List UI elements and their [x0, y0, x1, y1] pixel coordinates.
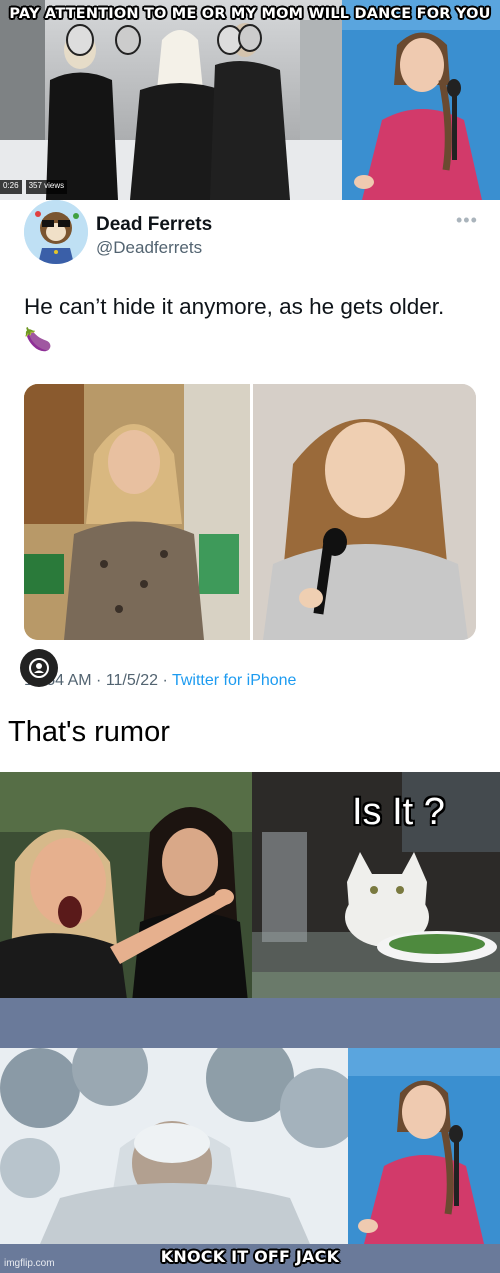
video-meta-bar: 0:26 357 views — [0, 180, 68, 194]
greta-angry-image — [342, 0, 500, 200]
tweet-text: He can’t hide it anymore, as he gets old… — [24, 294, 445, 352]
panel1-caption: PAY ATTENTION TO ME OR MY MOM WILL DANCE… — [9, 6, 491, 22]
video-time: 0:26 — [0, 180, 22, 194]
dance-video-frame: 0:26 357 views — [0, 0, 342, 200]
cat-caption: Is It ? — [352, 791, 445, 833]
greta-angry-image-2 — [348, 1048, 500, 1244]
divider-band — [0, 1022, 500, 1048]
tweet-photo-right[interactable] — [253, 384, 476, 640]
source-link[interactable]: Twitter for iPhone — [172, 672, 297, 689]
tweet-footer: 10:54 AM · 11/5/22 · Twitter for iPhone — [24, 672, 296, 690]
avatar[interactable] — [24, 200, 88, 264]
tweet-photo-left[interactable] — [24, 384, 250, 640]
tweet-card: Dead Ferrets @Deadferrets ••• He can’t h… — [0, 200, 500, 712]
dancing-women-image — [0, 0, 342, 200]
frozen-jack-image — [0, 1048, 348, 1244]
ferret-avatar-icon — [24, 200, 88, 264]
video-views: 357 views — [25, 180, 68, 194]
woman-yelling-image — [0, 772, 252, 1022]
rumor-caption: That's rumor — [8, 716, 170, 748]
more-options-icon[interactable]: ••• — [456, 210, 478, 231]
imgflip-watermark: imgflip.com — [4, 1258, 55, 1269]
bottom-caption: KNOCK IT OFF JACK — [160, 1247, 340, 1266]
display-name[interactable]: Dead Ferrets — [96, 214, 212, 236]
user-icon[interactable] — [20, 649, 58, 687]
handle[interactable]: @Deadferrets — [96, 238, 202, 258]
